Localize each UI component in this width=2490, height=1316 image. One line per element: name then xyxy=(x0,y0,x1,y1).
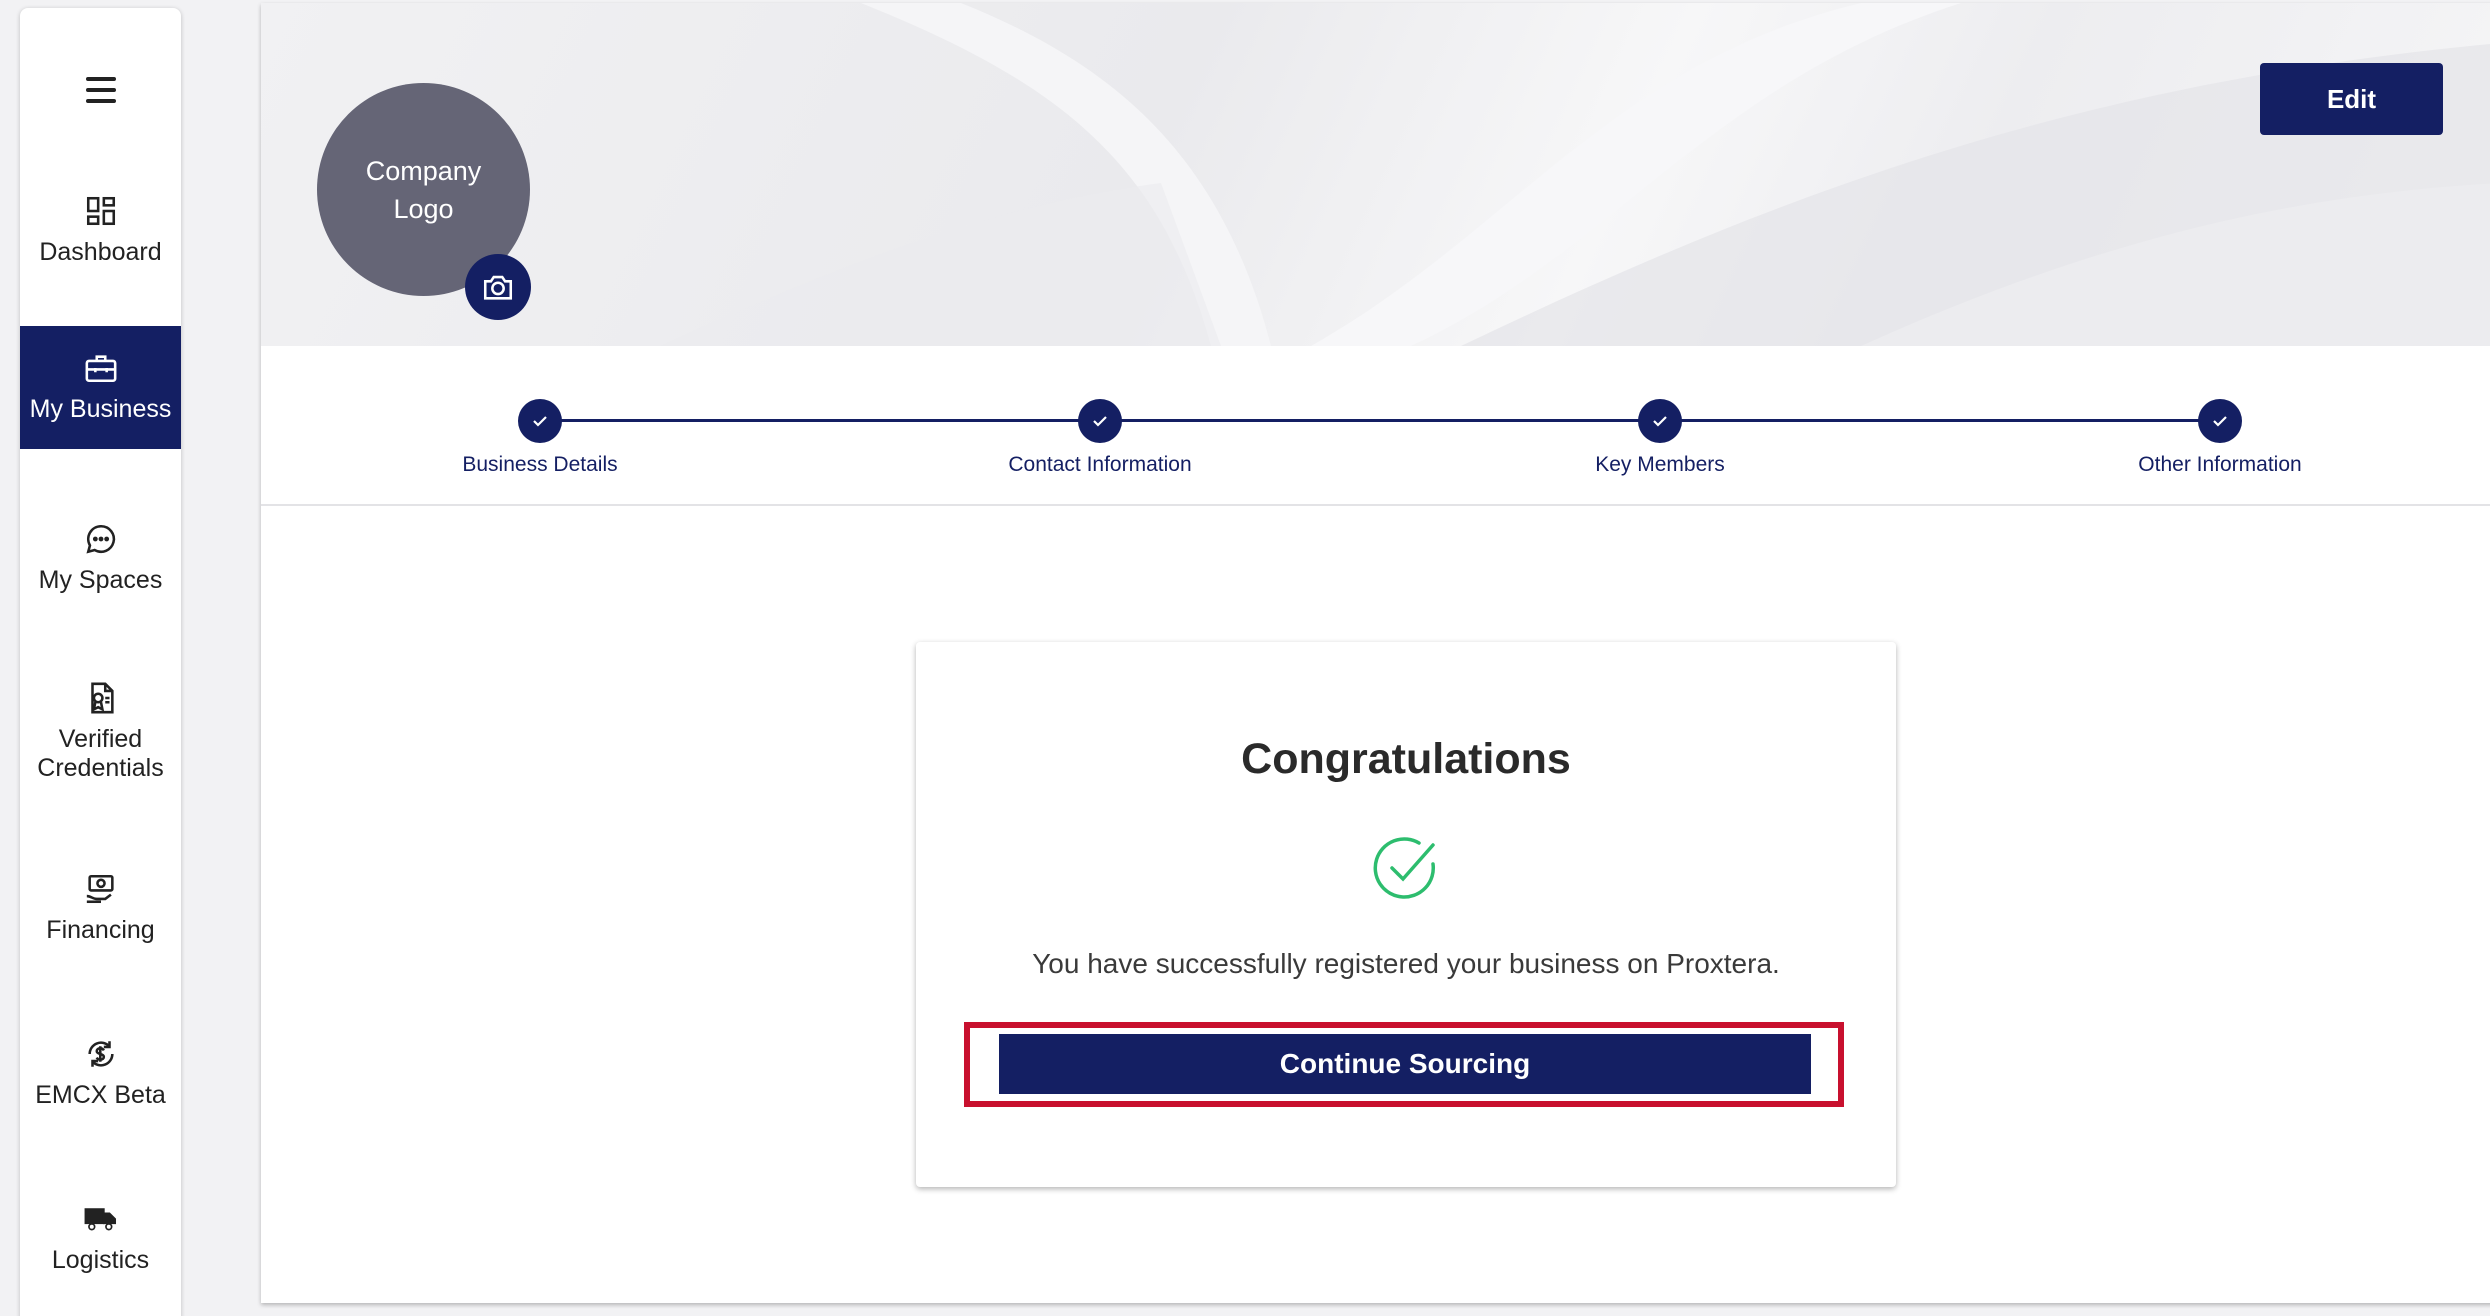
step-complete-indicator xyxy=(2198,399,2242,443)
sidebar-item-dashboard[interactable]: Dashboard xyxy=(20,170,181,290)
checkmark-icon xyxy=(1093,416,1107,427)
sidebar: Dashboard My Business My Spaces Verified… xyxy=(20,8,181,1316)
hamburger-menu-button[interactable] xyxy=(20,68,181,112)
financing-money-icon xyxy=(86,874,114,903)
step-other-information[interactable]: Other Information xyxy=(2070,399,2370,477)
profile-banner: Company Logo Edit xyxy=(261,3,2490,346)
success-message: You have successfully registered your bu… xyxy=(1032,948,1780,979)
sidebar-item-label: My Spaces xyxy=(38,565,163,594)
currency-exchange-icon xyxy=(87,1040,114,1067)
continue-sourcing-button[interactable]: Continue Sourcing xyxy=(999,1034,1811,1094)
sidebar-item-financing[interactable]: Financing xyxy=(20,848,181,968)
truck-icon xyxy=(84,1207,116,1230)
sidebar-item-my-business[interactable]: My Business xyxy=(20,326,181,449)
hamburger-menu-icon xyxy=(85,77,116,103)
step-label: Business Details xyxy=(462,453,618,476)
checkmark-icon xyxy=(533,416,547,427)
sidebar-item-label: Dashboard xyxy=(39,237,162,266)
upload-logo-button[interactable] xyxy=(465,254,531,320)
stepper-progress-line xyxy=(541,419,2221,422)
step-label: Contact Information xyxy=(1008,453,1192,476)
checkmark-icon xyxy=(1653,416,1667,427)
sidebar-item-label: EMCX Beta xyxy=(35,1080,166,1109)
step-contact-information[interactable]: Contact Information xyxy=(950,399,1250,477)
registration-stepper: Business Details Contact Information Key… xyxy=(261,346,2490,506)
sidebar-item-verified-credentials[interactable]: Verified Credentials xyxy=(20,668,181,796)
success-card: Congratulations You have successfully re… xyxy=(916,642,1896,1187)
dashboard-grid-icon xyxy=(86,196,115,225)
step-label: Key Members xyxy=(1595,453,1725,476)
main-panel: Company Logo Edit Business Details Conta… xyxy=(261,3,2490,1303)
briefcase-icon xyxy=(85,355,116,383)
sidebar-item-label: Verified Credentials xyxy=(37,725,164,782)
sidebar-item-label: Logistics xyxy=(51,1245,150,1274)
sidebar-item-emcx-beta[interactable]: EMCX Beta xyxy=(20,1013,181,1133)
success-check-icon xyxy=(1373,837,1436,899)
step-key-members[interactable]: Key Members xyxy=(1510,399,1810,477)
step-business-details[interactable]: Business Details xyxy=(390,399,690,477)
camera-icon xyxy=(483,275,513,300)
checkmark-icon xyxy=(2213,416,2227,427)
sidebar-item-label: My Business xyxy=(29,395,172,423)
step-complete-indicator xyxy=(518,399,562,443)
step-label: Other Information xyxy=(2138,453,2302,476)
sidebar-item-logistics[interactable]: Logistics xyxy=(20,1178,181,1298)
success-title: Congratulations xyxy=(1241,735,1571,783)
sidebar-item-my-spaces[interactable]: My Spaces xyxy=(20,498,181,618)
credential-document-icon xyxy=(90,682,114,714)
sidebar-item-label: Financing xyxy=(46,915,155,944)
chat-bubble-icon xyxy=(85,524,115,554)
step-complete-indicator xyxy=(1638,399,1682,443)
edit-button[interactable]: Edit xyxy=(2260,63,2443,135)
banner-background-pattern xyxy=(661,3,2490,346)
step-complete-indicator xyxy=(1078,399,1122,443)
